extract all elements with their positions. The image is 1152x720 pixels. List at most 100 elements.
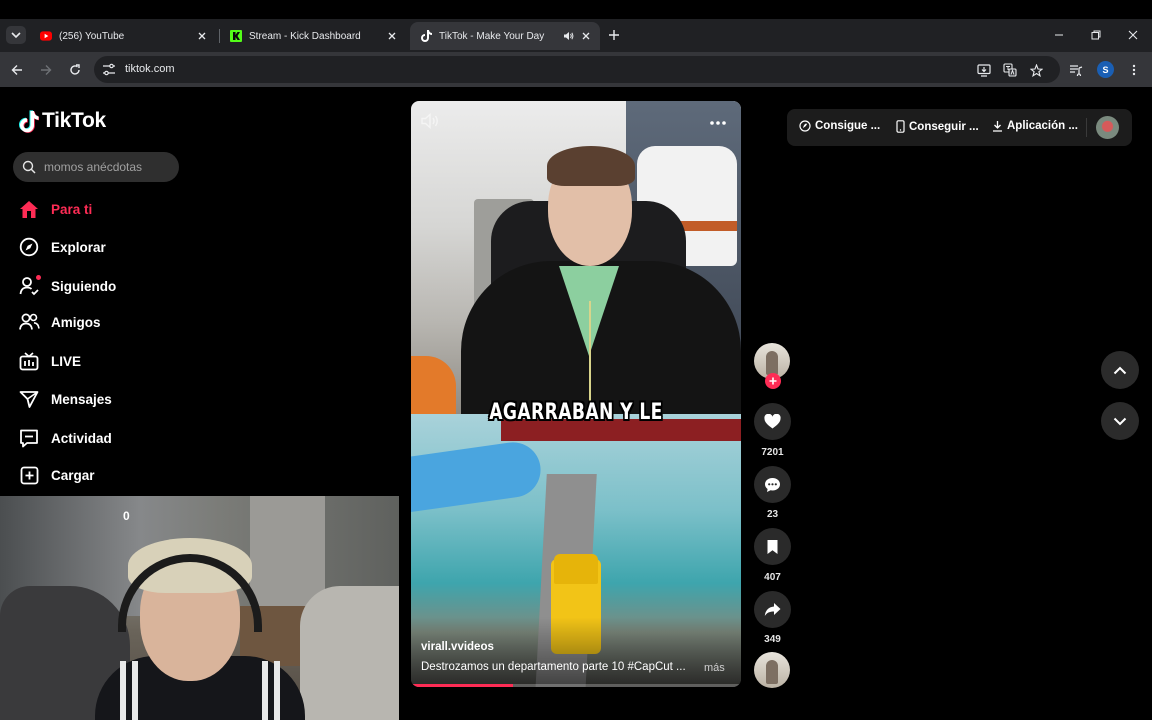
tab-youtube[interactable]: (256) YouTube: [30, 22, 216, 50]
more-link[interactable]: más: [704, 662, 725, 674]
plus-icon: [769, 377, 777, 385]
share-icon: [764, 603, 781, 616]
video-description: Destrozamos un departamento parte 10 #Ca…: [421, 661, 686, 673]
comment-icon: [765, 477, 780, 492]
video-caption-overlay: AGARRABAN Y LE: [489, 400, 663, 425]
back-button[interactable]: [8, 61, 26, 79]
close-window-button[interactable]: [1124, 26, 1142, 44]
install-app-icon[interactable]: [976, 62, 992, 78]
nav-label: Amigos: [51, 314, 101, 330]
profile-avatar[interactable]: S: [1097, 61, 1114, 78]
tab-kick[interactable]: Stream - Kick Dashboard: [220, 22, 406, 50]
nav-for-you[interactable]: Para ti: [18, 196, 92, 222]
tab-title: (256) YouTube: [59, 30, 125, 42]
site-settings-icon[interactable]: [102, 63, 116, 76]
close-tab-icon[interactable]: [384, 28, 400, 44]
forward-button[interactable]: [37, 61, 55, 79]
search-box[interactable]: [13, 152, 179, 182]
heart-icon: [764, 414, 781, 429]
like-button[interactable]: [754, 403, 791, 440]
address-bar[interactable]: tiktok.com: [94, 56, 1060, 83]
nav-explore[interactable]: Explorar: [18, 234, 106, 260]
follow-button[interactable]: [765, 373, 781, 389]
reload-icon: [70, 64, 80, 75]
restore-button[interactable]: [1087, 26, 1105, 44]
arrow-left-icon: [11, 65, 22, 75]
browser-menu-button[interactable]: [1125, 61, 1143, 79]
video-progress-fill: [411, 684, 514, 687]
sound-disc-avatar[interactable]: [754, 652, 790, 688]
video-progress-bar[interactable]: [411, 684, 741, 687]
nav-upload[interactable]: Cargar: [18, 462, 95, 488]
url-text: tiktok.com: [125, 63, 175, 75]
get-app-label: Conseguir ...: [909, 120, 979, 133]
chevron-up-icon: [1113, 366, 1127, 374]
nav-label: Mensajes: [51, 391, 112, 407]
nav-friends[interactable]: Amigos: [18, 309, 101, 335]
arrow-right-icon: [41, 65, 52, 75]
like-count: 7201: [761, 447, 784, 458]
translate-icon[interactable]: [1002, 62, 1018, 78]
home-icon: [18, 198, 40, 220]
friends-icon: [18, 311, 40, 333]
get-coins-label: Consigue ...: [815, 120, 881, 132]
nav-following[interactable]: Siguiendo: [18, 273, 116, 299]
nav-live[interactable]: LIVE: [18, 348, 81, 374]
close-tab-icon[interactable]: [194, 28, 210, 44]
upload-icon: [18, 464, 40, 486]
nav-label: Actividad: [51, 430, 112, 446]
video-author[interactable]: virall.vvideos: [421, 641, 494, 653]
nav-label: Explorar: [51, 239, 106, 255]
nav-messages[interactable]: Mensajes: [18, 386, 112, 412]
get-app-button[interactable]: Conseguir ...: [896, 120, 979, 133]
webcam-overlay: 0: [0, 496, 399, 720]
reading-list-icon[interactable]: [1067, 61, 1085, 79]
close-tab-icon[interactable]: [578, 28, 594, 44]
next-video-button[interactable]: [1101, 402, 1139, 440]
search-input[interactable]: [44, 157, 174, 177]
previous-video-button[interactable]: [1101, 351, 1139, 389]
volume-icon: [421, 112, 438, 130]
search-icon: [22, 160, 36, 174]
nav-label: LIVE: [51, 353, 82, 369]
reload-button[interactable]: [66, 61, 84, 79]
more-vertical-icon: [1132, 64, 1136, 76]
share-button[interactable]: [754, 591, 791, 628]
volume-button[interactable]: [421, 112, 441, 134]
new-tab-button[interactable]: [606, 27, 622, 43]
download-icon: [993, 121, 1002, 132]
video-player[interactable]: AGARRABAN Y LE virall.vvideos Destrozamo…: [411, 101, 741, 687]
tab-title: TikTok - Make Your Day: [439, 30, 545, 42]
tiktok-logo[interactable]: TikTok: [19, 109, 106, 133]
notification-dot: [36, 275, 41, 280]
get-coins-button[interactable]: Consigue ...: [799, 120, 880, 132]
minimize-icon: [1055, 34, 1063, 36]
video-more-button[interactable]: [709, 113, 727, 131]
browser-tab-bar: (256) YouTube Stream - Kick Dashboard Ti…: [0, 0, 1152, 52]
download-app-button[interactable]: Aplicación ...: [992, 120, 1078, 132]
comment-count: 23: [766, 509, 779, 520]
minimize-button[interactable]: [1050, 26, 1068, 44]
save-button[interactable]: [754, 528, 791, 565]
comment-button[interactable]: [754, 466, 791, 503]
webcam-counter: 0: [123, 509, 130, 523]
messages-icon: [18, 388, 40, 410]
share-count: 349: [764, 634, 781, 645]
tab-tiktok[interactable]: TikTok - Make Your Day: [410, 22, 600, 50]
phone-icon: [896, 120, 905, 133]
chevron-down-icon: [11, 32, 21, 39]
browser-toolbar: tiktok.com S: [0, 52, 1152, 87]
bookmark-star-icon[interactable]: [1028, 62, 1044, 78]
activity-icon: [18, 427, 40, 449]
nav-activity[interactable]: Actividad: [18, 425, 112, 451]
compass-icon: [18, 236, 40, 258]
video-frame-top: [411, 101, 741, 414]
user-avatar[interactable]: [1096, 116, 1119, 139]
youtube-icon: [40, 30, 52, 42]
chevron-down-icon: [1113, 417, 1127, 425]
download-app-label: Aplicación ...: [1007, 120, 1078, 132]
plus-icon: [609, 30, 619, 40]
tiktok-icon: [420, 30, 432, 42]
speaker-icon[interactable]: [560, 28, 576, 44]
tab-search-button[interactable]: [6, 26, 26, 44]
